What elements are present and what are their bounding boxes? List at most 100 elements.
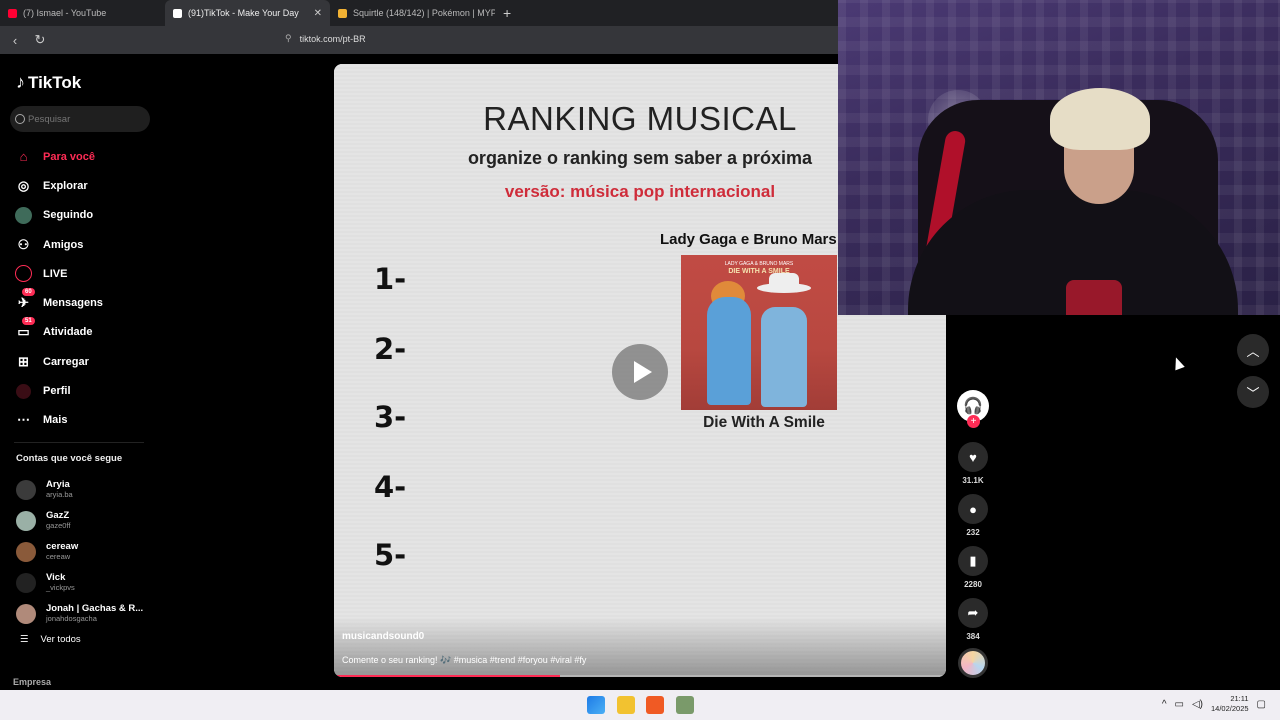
account-name: cereaw bbox=[46, 541, 79, 552]
sidebar-item-mais[interactable]: ⋯ Mais bbox=[14, 406, 103, 435]
share-icon[interactable]: ➦ bbox=[958, 598, 988, 628]
friends-icon: ⚇ bbox=[17, 236, 30, 252]
cover-figure bbox=[761, 307, 807, 407]
video-overlay bbox=[334, 617, 946, 677]
song-title: Die With A Smile bbox=[703, 414, 825, 431]
heart-icon[interactable]: ♥ bbox=[958, 442, 988, 472]
url-field[interactable]: ⚲ tiktok.com/pt-BR bbox=[285, 33, 366, 44]
brave-browser-icon[interactable] bbox=[646, 696, 664, 714]
avatar bbox=[16, 479, 36, 500]
sidebar-item-carregar[interactable]: ⊞ Carregar bbox=[14, 347, 103, 376]
taskbar: ^ ▭ ◁) 21:11 14/02/2025 ▢ bbox=[0, 690, 1280, 720]
share-action[interactable]: ➦ 384 bbox=[957, 598, 989, 641]
avatar bbox=[16, 510, 36, 531]
sidebar-item-live[interactable]: LIVE bbox=[14, 259, 103, 288]
chevron-up-icon: ︿ bbox=[1246, 343, 1260, 359]
sidebar-nav: ⌂ Para você ◎ Explorar Seguindo ⚇ Amigos… bbox=[14, 142, 103, 435]
comment-icon[interactable]: ● bbox=[958, 494, 988, 524]
tiktok-logo[interactable]: ♪ TikTok bbox=[16, 72, 81, 93]
following-item[interactable]: Aryia aryia.ba bbox=[16, 474, 143, 505]
speaker-icon[interactable]: ◁) bbox=[1192, 699, 1203, 710]
music-disc-icon[interactable] bbox=[958, 648, 988, 678]
sidebar-item-seguindo[interactable]: Seguindo bbox=[14, 201, 103, 230]
save-action[interactable]: ▮ 2280 bbox=[957, 546, 989, 589]
following-list: Aryia aryia.ba GazZ gaze0ff cereaw cereaw V… bbox=[16, 474, 143, 629]
rank-5: 5- bbox=[374, 538, 407, 572]
search-box[interactable] bbox=[10, 106, 150, 132]
sidebar-item-label: Atividade bbox=[43, 326, 93, 339]
sidebar-item-mensagens[interactable]: ✈ 60 Mensagens bbox=[14, 287, 103, 317]
network-icon[interactable]: ▭ bbox=[1175, 699, 1184, 710]
next-video-button[interactable]: ﹀ bbox=[1237, 376, 1269, 408]
brand-name: TikTok bbox=[28, 72, 82, 92]
sidebar-item-label: LIVE bbox=[43, 267, 68, 280]
clock-time: 21:11 bbox=[1230, 694, 1249, 703]
back-icon[interactable]: ‹ bbox=[5, 33, 25, 48]
artist-name: Lady Gaga e Bruno Mars bbox=[660, 231, 837, 248]
play-button[interactable] bbox=[612, 344, 668, 400]
close-icon[interactable]: ✕ bbox=[314, 8, 322, 19]
like-action[interactable]: ♥ 31.1K bbox=[957, 442, 989, 485]
search-input[interactable] bbox=[28, 113, 138, 125]
video-progress[interactable] bbox=[334, 675, 946, 677]
tab-tiktok[interactable]: (91)TikTok - Make Your Day ✕ bbox=[165, 0, 330, 26]
mouse-cursor bbox=[1171, 355, 1185, 371]
chevron-down-icon: ﹀ bbox=[1246, 385, 1260, 401]
following-item[interactable]: cereaw cereaw bbox=[16, 536, 143, 567]
app-icon[interactable] bbox=[676, 696, 694, 714]
account-handle: _vickpvs bbox=[46, 583, 75, 592]
following-item[interactable]: Vick _vickpvs bbox=[16, 567, 143, 598]
webcam-person-hair bbox=[1050, 88, 1150, 150]
tab-youtube[interactable]: (7) Ismael - YouTube bbox=[0, 0, 165, 26]
sidebar-item-label: Amigos bbox=[43, 238, 84, 251]
activity-icon: ▭ 51 bbox=[14, 316, 35, 342]
messages-badge: 60 bbox=[22, 287, 35, 296]
tab-label: Squirtle (148/142) | Pokémon | MYP bbox=[353, 8, 495, 18]
search-icon bbox=[15, 114, 25, 124]
comment-action[interactable]: ● 232 bbox=[957, 494, 989, 537]
sidebar-item-para-voce[interactable]: ⌂ Para você bbox=[14, 142, 103, 171]
rank-3: 3- bbox=[374, 400, 407, 434]
sidebar-item-amigos[interactable]: ⚇ Amigos bbox=[14, 230, 103, 259]
activity-badge: 51 bbox=[22, 316, 35, 325]
sidebar-item-label: Mensagens bbox=[43, 297, 103, 310]
previous-video-button[interactable]: ︿ bbox=[1237, 334, 1269, 366]
see-all-link[interactable]: ☰ Ver todos bbox=[20, 634, 81, 645]
video-author[interactable]: musicandsound0 bbox=[342, 631, 424, 642]
bookmark-icon[interactable]: ▮ bbox=[958, 546, 988, 576]
file-explorer-icon[interactable] bbox=[617, 696, 635, 714]
notification-icon[interactable]: ▢ bbox=[1257, 699, 1266, 710]
author-avatar[interactable]: 🎧 + bbox=[957, 390, 989, 428]
reload-icon[interactable]: ↻ bbox=[30, 32, 50, 48]
tab-label: (91)TikTok - Make Your Day bbox=[188, 8, 299, 18]
sidebar-item-perfil[interactable]: Perfil bbox=[14, 376, 103, 405]
see-all-label: Ver todos bbox=[40, 634, 81, 645]
site-info-icon[interactable]: ⚲ bbox=[285, 33, 292, 44]
tiktok-icon bbox=[173, 8, 182, 18]
upload-icon: ⊞ bbox=[18, 353, 29, 369]
start-icon[interactable] bbox=[587, 696, 605, 714]
account-handle: jonahdosgacha bbox=[46, 614, 97, 623]
follow-plus-icon[interactable]: + bbox=[967, 415, 980, 428]
tab-pokemon[interactable]: Squirtle (148/142) | Pokémon | MYP bbox=[330, 0, 495, 26]
sidebar-item-atividade[interactable]: ▭ 51 Atividade bbox=[14, 316, 103, 347]
sidebar-item-label: Perfil bbox=[43, 385, 71, 398]
system-tray: ^ ▭ ◁) 21:11 14/02/2025 ▢ bbox=[1162, 694, 1266, 714]
following-item[interactable]: Jonah | Gachas & R... jonahdosgacha bbox=[16, 598, 143, 629]
footer-empresa[interactable]: Empresa bbox=[13, 677, 51, 687]
sidebar-item-explorar[interactable]: ◎ Explorar bbox=[14, 171, 103, 200]
new-tab-button[interactable]: + bbox=[495, 0, 519, 26]
account-name: Jonah | Gachas & R... bbox=[46, 603, 144, 614]
clock[interactable]: 21:11 14/02/2025 bbox=[1211, 694, 1249, 714]
sidebar-item-label: Explorar bbox=[43, 179, 88, 192]
account-handle: gaze0ff bbox=[46, 521, 71, 530]
list-icon: ☰ bbox=[20, 634, 29, 645]
like-count: 31.1K bbox=[962, 476, 984, 485]
following-item[interactable]: GazZ gaze0ff bbox=[16, 505, 143, 536]
account-handle: aryia.ba bbox=[46, 490, 73, 499]
tab-label: (7) Ismael - YouTube bbox=[23, 8, 107, 18]
chevron-up-icon[interactable]: ^ bbox=[1162, 699, 1167, 710]
account-name: Aryia bbox=[46, 479, 70, 490]
more-icon: ⋯ bbox=[17, 412, 30, 428]
divider bbox=[14, 442, 144, 443]
